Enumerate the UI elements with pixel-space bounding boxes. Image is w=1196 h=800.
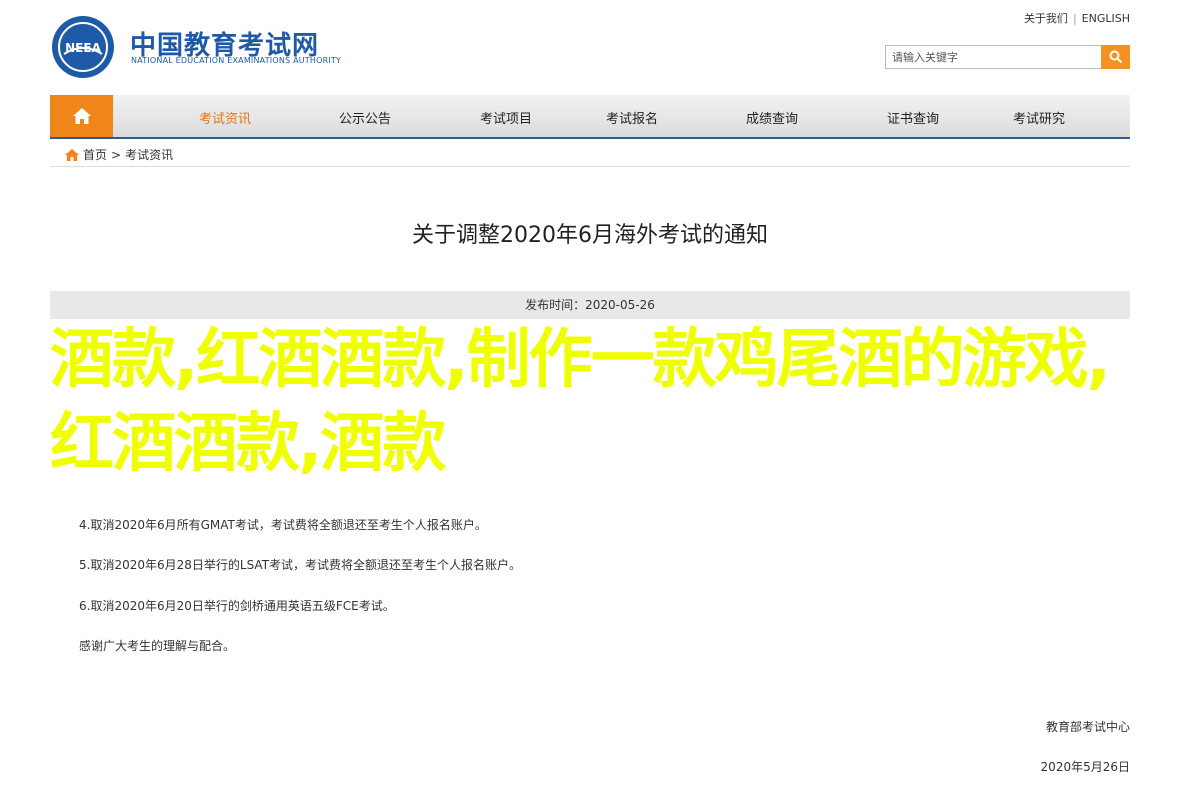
- article-paragraph: 5.取消2020年6月28日举行的LSAT考试，考试费将全额退还至考生个人报名账…: [79, 558, 522, 572]
- overlay-banner-text: 酒款,红酒酒款,制作一款鸡尾酒的游戏,红酒酒款,酒款: [50, 323, 1111, 481]
- nav-item-announcements[interactable]: 公示公告: [339, 108, 391, 127]
- publish-date: 发布时间：2020-05-26: [50, 291, 1130, 319]
- breadcrumb-current[interactable]: 考试资讯: [125, 146, 173, 163]
- nav-item-score-query[interactable]: 成绩查询: [746, 108, 798, 127]
- breadcrumb-separator: >: [111, 147, 122, 162]
- main-nav: 考试资讯 公示公告 考试项目 考试报名 成绩查询 证书查询 考试研究: [50, 95, 1130, 139]
- article-paragraph: 4.取消2020年6月所有GMAT考试，考试费将全额退还至考生个人报名账户。: [79, 518, 487, 532]
- top-links: 关于我们 | ENGLISH: [1024, 10, 1130, 26]
- nav-item-exam-research[interactable]: 考试研究: [1013, 108, 1065, 127]
- nav-home-button[interactable]: [50, 95, 113, 137]
- article-title: 关于调整2020年6月海外考试的通知: [412, 223, 768, 248]
- nav-item-certificate-query[interactable]: 证书查询: [887, 108, 939, 127]
- search-box: [885, 45, 1130, 69]
- svg-text:NEEA: NEEA: [65, 41, 101, 55]
- nav-item-exam-registration[interactable]: 考试报名: [606, 108, 658, 127]
- signature-date: 2020年5月26日: [1040, 760, 1130, 774]
- divider: |: [1072, 12, 1077, 25]
- home-icon: [65, 148, 79, 161]
- article-paragraph: 感谢广大考生的理解与配合。: [79, 639, 236, 653]
- search-input[interactable]: [885, 45, 1107, 69]
- article-paragraph: 6.取消2020年6月20日举行的剑桥通用英语五级FCE考试。: [79, 599, 395, 613]
- nav-item-exam-projects[interactable]: 考试项目: [480, 108, 532, 127]
- about-link[interactable]: 关于我们: [1024, 12, 1068, 25]
- breadcrumb-home[interactable]: 首页: [83, 146, 107, 163]
- site-name-english: NATIONAL EDUCATION EXAMINATIONS AUTHORIT…: [131, 56, 342, 65]
- search-icon: [1109, 50, 1122, 64]
- search-button[interactable]: [1101, 45, 1130, 69]
- english-link[interactable]: ENGLISH: [1082, 12, 1130, 25]
- home-icon: [72, 108, 91, 124]
- divider: [50, 166, 1130, 167]
- neea-logo: NEEA: [52, 16, 114, 78]
- signature-org: 教育部考试中心: [1045, 720, 1130, 734]
- breadcrumb: 首页 > 考试资讯: [65, 146, 173, 163]
- nav-item-exam-news[interactable]: 考试资讯: [199, 108, 251, 127]
